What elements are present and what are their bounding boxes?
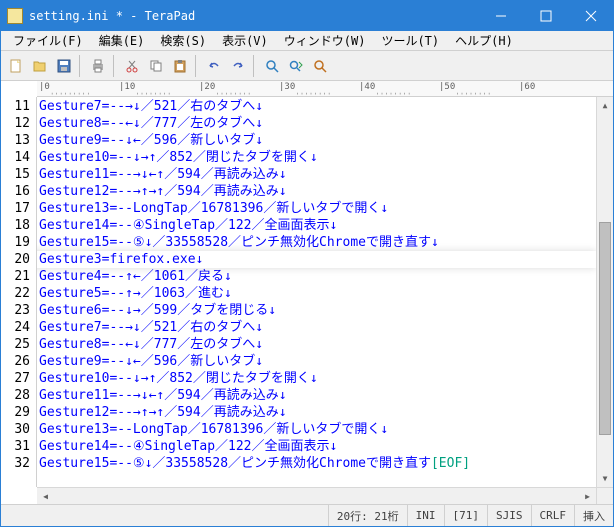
line-number: 24 — [1, 319, 30, 336]
code-line[interactable]: Gesture14=--④SingleTap／122／全画面表示↓ — [37, 438, 596, 455]
menubar: ファイル(F) 編集(E) 検索(S) 表示(V) ウィンドウ(W) ツール(T… — [1, 31, 613, 51]
code-area[interactable]: Gesture7=--→↓／521／右のタブへ↓Gesture8=--←↓／77… — [37, 97, 596, 487]
status-encoding: SJIS — [488, 505, 532, 526]
maximize-button[interactable] — [523, 1, 568, 31]
code-line[interactable]: Gesture9=--↓←／596／新しいタブ↓ — [37, 353, 596, 370]
app-icon — [7, 8, 23, 24]
app-window: setting.ini * - TeraPad ファイル(F) 編集(E) 検索… — [0, 0, 614, 527]
save-button[interactable] — [53, 55, 75, 77]
line-number: 18 — [1, 217, 30, 234]
line-number: 27 — [1, 370, 30, 387]
status-position: 20行: 21桁 — [329, 505, 408, 526]
scroll-left-button[interactable]: ◀ — [37, 488, 54, 504]
status-insert: 挿入 — [575, 505, 613, 526]
scroll-up-button[interactable]: ▲ — [597, 97, 613, 114]
code-line[interactable]: Gesture7=--→↓／521／右のタブへ↓ — [37, 319, 596, 336]
line-number: 16 — [1, 183, 30, 200]
line-number: 30 — [1, 421, 30, 438]
code-line[interactable]: Gesture4=--↑←／1061／戻る↓ — [37, 268, 596, 285]
minimize-button[interactable] — [478, 1, 523, 31]
undo-button[interactable] — [203, 55, 225, 77]
code-line[interactable]: Gesture3=firefox.exe↓ — [37, 251, 596, 268]
menu-edit[interactable]: 編集(E) — [91, 30, 153, 51]
status-code: [71] — [445, 505, 489, 526]
line-number: 19 — [1, 234, 30, 251]
scroll-track[interactable] — [54, 488, 579, 504]
close-button[interactable] — [568, 1, 613, 31]
replace-button[interactable] — [309, 55, 331, 77]
print-button[interactable] — [87, 55, 109, 77]
toolbar-sep — [79, 55, 83, 77]
paste-button[interactable] — [169, 55, 191, 77]
ruler: |0̩ ̩ ̩ ̩ ̩ ̩ ̩ ̩ ̩ |10̩ ̩ ̩ ̩ ̩ ̩ ̩ ̩ |… — [37, 81, 613, 97]
scroll-thumb[interactable] — [599, 222, 611, 436]
redo-button[interactable] — [227, 55, 249, 77]
toolbar-sep — [253, 55, 257, 77]
line-number: 22 — [1, 285, 30, 302]
vertical-scrollbar[interactable]: ▲ ▼ — [596, 97, 613, 487]
status-mode: INI — [408, 505, 445, 526]
editor[interactable]: 1112131415161718192021222324252627282930… — [1, 97, 613, 487]
line-number-gutter: 1112131415161718192021222324252627282930… — [1, 97, 37, 487]
line-number: 21 — [1, 268, 30, 285]
code-line[interactable]: Gesture11=--→↓←↑／594／再読み込み↓ — [37, 166, 596, 183]
line-number: 25 — [1, 336, 30, 353]
menu-tool[interactable]: ツール(T) — [373, 30, 447, 51]
line-number: 32 — [1, 455, 30, 472]
line-number: 11 — [1, 98, 30, 115]
menu-window[interactable]: ウィンドウ(W) — [276, 30, 374, 51]
code-line[interactable]: Gesture12=--→↑→↑／594／再読み込み↓ — [37, 183, 596, 200]
code-line[interactable]: Gesture9=--↓←／596／新しいタブ↓ — [37, 132, 596, 149]
code-line[interactable]: Gesture13=--LongTap／16781396／新しいタブで開く↓ — [37, 421, 596, 438]
scroll-right-button[interactable]: ▶ — [579, 488, 596, 504]
menu-search[interactable]: 検索(S) — [152, 30, 214, 51]
toolbar-sep — [195, 55, 199, 77]
code-line[interactable]: Gesture7=--→↓／521／右のタブへ↓ — [37, 98, 596, 115]
line-number: 29 — [1, 404, 30, 421]
titlebar[interactable]: setting.ini * - TeraPad — [1, 1, 613, 31]
statusbar: 20行: 21桁 INI [71] SJIS CRLF 挿入 — [1, 504, 613, 526]
code-line[interactable]: Gesture10=--↓→↑／852／閉じたタブを開く↓ — [37, 149, 596, 166]
code-line[interactable]: Gesture15=--⑤↓／33558528／ピンチ無効化Chromeで開き直… — [37, 455, 596, 472]
line-number: 15 — [1, 166, 30, 183]
find-next-button[interactable] — [285, 55, 307, 77]
code-line[interactable]: Gesture14=--④SingleTap／122／全画面表示↓ — [37, 217, 596, 234]
cut-button[interactable] — [121, 55, 143, 77]
scroll-down-button[interactable]: ▼ — [597, 470, 613, 487]
status-eol: CRLF — [532, 505, 576, 526]
line-number: 26 — [1, 353, 30, 370]
toolbar-sep — [113, 55, 117, 77]
find-button[interactable] — [261, 55, 283, 77]
line-number: 28 — [1, 387, 30, 404]
line-number: 20 — [1, 251, 30, 268]
copy-button[interactable] — [145, 55, 167, 77]
menu-help[interactable]: ヘルプ(H) — [447, 30, 521, 51]
horizontal-scrollbar[interactable]: ◀ ▶ — [37, 487, 613, 504]
line-number: 31 — [1, 438, 30, 455]
code-line[interactable]: Gesture10=--↓→↑／852／閉じたタブを開く↓ — [37, 370, 596, 387]
window-title: setting.ini * - TeraPad — [29, 9, 478, 23]
line-number: 12 — [1, 115, 30, 132]
line-number: 17 — [1, 200, 30, 217]
code-line[interactable]: Gesture15=--⑤↓／33558528／ピンチ無効化Chromeで開き直… — [37, 234, 596, 251]
code-line[interactable]: Gesture8=--←↓／777／左のタブへ↓ — [37, 115, 596, 132]
code-line[interactable]: Gesture8=--←↓／777／左のタブへ↓ — [37, 336, 596, 353]
line-number: 23 — [1, 302, 30, 319]
code-line[interactable]: Gesture12=--→↑→↑／594／再読み込み↓ — [37, 404, 596, 421]
code-line[interactable]: Gesture11=--→↓←↑／594／再読み込み↓ — [37, 387, 596, 404]
line-number: 13 — [1, 132, 30, 149]
scroll-corner — [596, 488, 613, 504]
menu-file[interactable]: ファイル(F) — [5, 30, 91, 51]
toolbar — [1, 51, 613, 81]
line-number: 14 — [1, 149, 30, 166]
menu-view[interactable]: 表示(V) — [214, 30, 276, 51]
code-line[interactable]: Gesture13=--LongTap／16781396／新しいタブで開く↓ — [37, 200, 596, 217]
code-line[interactable]: Gesture5=--↑→／1063／進む↓ — [37, 285, 596, 302]
open-button[interactable] — [29, 55, 51, 77]
new-button[interactable] — [5, 55, 27, 77]
code-line[interactable]: Gesture6=--↓→／599／タブを閉じる↓ — [37, 302, 596, 319]
